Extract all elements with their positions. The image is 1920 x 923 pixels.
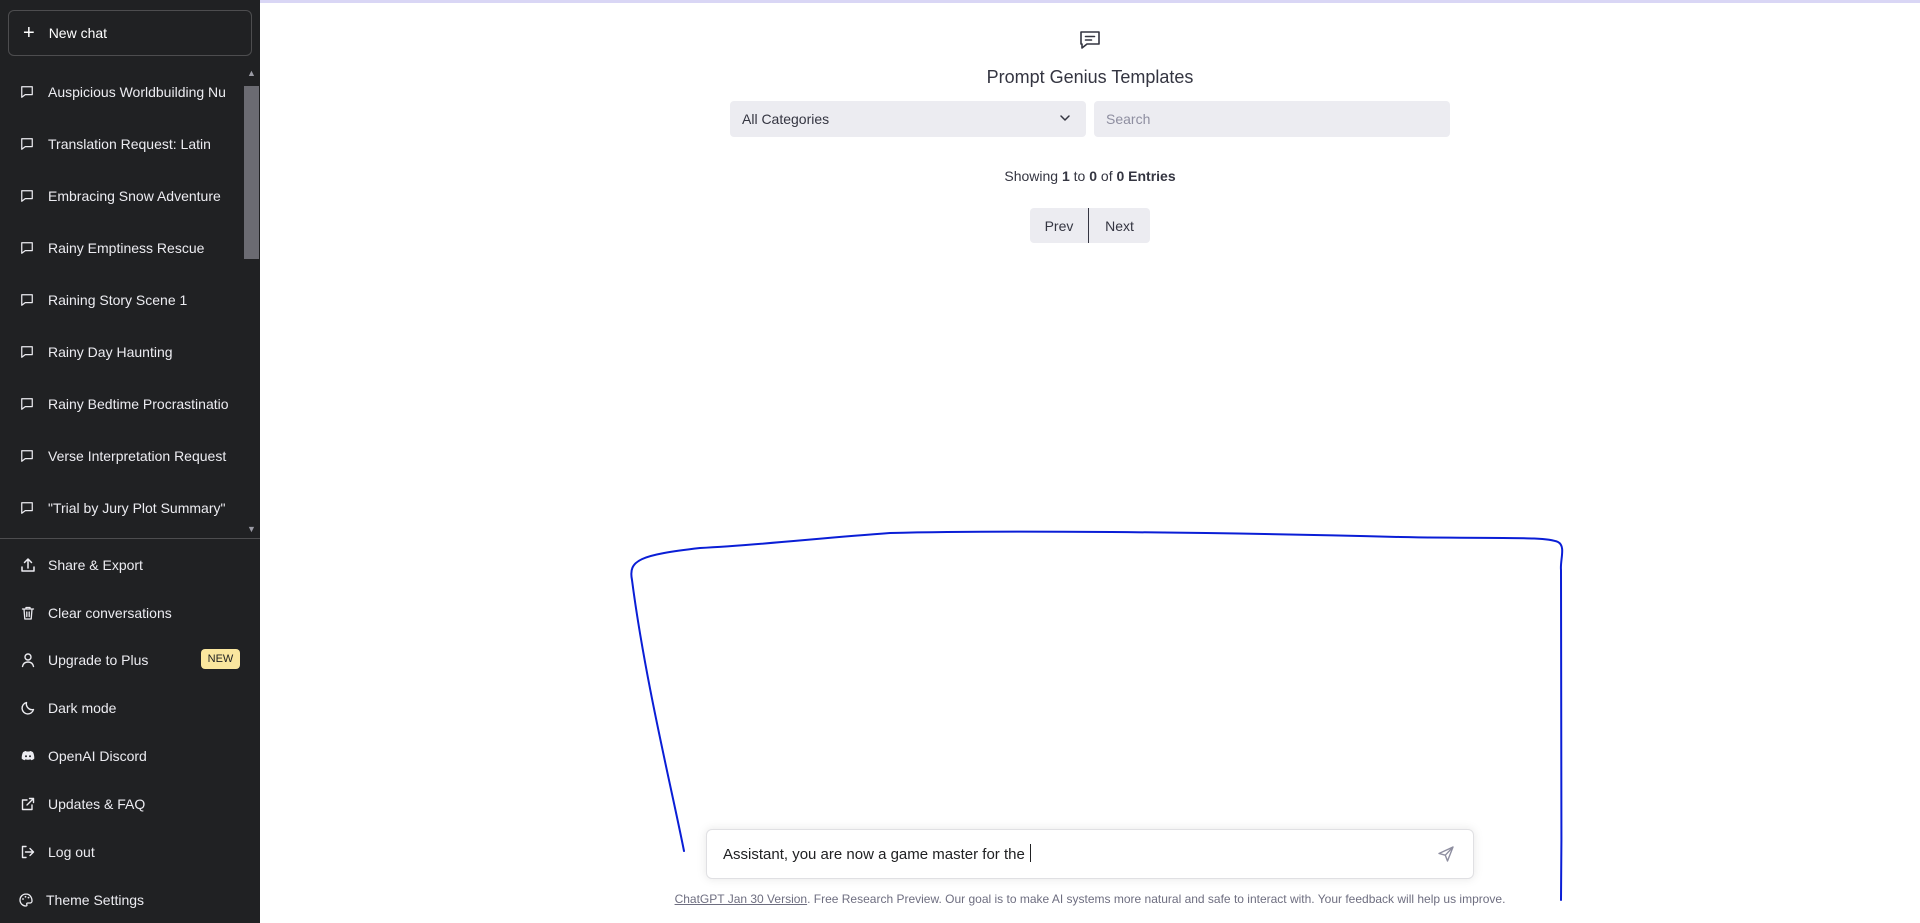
user-icon: [21, 653, 35, 668]
footer-text: . Free Research Preview. Our goal is to …: [807, 892, 1506, 906]
scroll-down-arrow-icon[interactable]: ▼: [243, 524, 260, 538]
conversation-item[interactable]: Verse Interpretation Request: [0, 430, 240, 482]
conversation-label: Auspicious Worldbuilding Nu: [48, 84, 226, 100]
template-search-input[interactable]: [1094, 101, 1450, 137]
showing-of-word: of: [1100, 168, 1113, 184]
conversation-item[interactable]: Rainy Bedtime Procrastination: [0, 378, 240, 430]
conversation-item[interactable]: "Trial by Jury Plot Summary": [0, 482, 240, 534]
showing-total: 0: [1116, 168, 1125, 184]
version-link[interactable]: ChatGPT Jan 30 Version: [675, 892, 808, 906]
clear-conversations-button[interactable]: Clear conversations: [0, 590, 260, 636]
pagination: Prev Next: [1030, 208, 1150, 243]
category-select[interactable]: All Categories: [730, 101, 1086, 137]
conversation-scrollbar[interactable]: ▲ ▼: [243, 66, 260, 538]
openai-discord-label: OpenAI Discord: [48, 748, 147, 764]
log-out-label: Log out: [48, 844, 95, 860]
updates-faq-link[interactable]: Updates & FAQ: [0, 781, 260, 827]
next-page-button[interactable]: Next: [1089, 208, 1150, 243]
dark-mode-toggle[interactable]: Dark mode: [0, 685, 260, 731]
footer-disclaimer: ChatGPT Jan 30 Version. Free Research Pr…: [560, 892, 1620, 906]
log-out-button[interactable]: Log out: [0, 829, 260, 875]
conversation-label: Verse Interpretation Request: [48, 448, 227, 464]
conversation-item[interactable]: Raining Story Scene 1: [0, 274, 240, 326]
conversation-item[interactable]: Rainy Emptiness Rescue: [0, 222, 240, 274]
chat-bubble-icon: [21, 502, 33, 514]
chat-template-icon: [1080, 31, 1100, 49]
hand-drawn-annotation: [630, 530, 1564, 901]
showing-to: 0: [1089, 168, 1098, 184]
chat-bubble-icon: [21, 294, 33, 306]
conversation-label: Rainy Emptiness Rescue: [48, 240, 205, 256]
conversation-item[interactable]: Embracing Snow Adventure: [0, 170, 240, 222]
chat-bubble-icon: [21, 346, 33, 358]
chat-bubble-icon: [21, 242, 33, 254]
palette-icon: [19, 893, 33, 907]
chat-bubble-icon: [21, 398, 33, 410]
app-window: + New chat Auspicious Worldbuilding Nu T…: [0, 0, 1920, 923]
external-link-icon: [21, 797, 35, 811]
clear-conversations-label: Clear conversations: [48, 605, 172, 621]
showing-entries: Entries: [1128, 168, 1176, 184]
chat-bubble-icon: [21, 190, 33, 202]
top-border: [260, 0, 1920, 3]
share-export-label: Share & Export: [48, 557, 143, 573]
dark-mode-label: Dark mode: [48, 700, 117, 716]
send-icon[interactable]: [1437, 845, 1455, 863]
discord-icon: [21, 751, 35, 761]
trash-icon: [21, 606, 35, 620]
scrollbar-thumb[interactable]: [244, 86, 259, 259]
showing-prefix: Showing: [1004, 168, 1059, 184]
theme-settings-button[interactable]: Theme Settings: [0, 877, 260, 923]
openai-discord-link[interactable]: OpenAI Discord: [0, 733, 260, 779]
plus-icon: +: [23, 22, 35, 44]
conversation-label: Translation Request: Latin: [48, 136, 211, 152]
conversation-label: Embracing Snow Adventure: [48, 188, 221, 204]
templates-title: Prompt Genius Templates: [986, 67, 1194, 87]
moon-icon: [21, 701, 35, 715]
text-caret: [1029, 844, 1031, 862]
showing-to-word: to: [1073, 168, 1086, 184]
sidebar-divider: [0, 538, 260, 539]
share-export-button[interactable]: Share & Export: [0, 542, 260, 588]
conversation-list: Auspicious Worldbuilding Nu Translation …: [0, 66, 260, 538]
chat-bubble-icon: [21, 138, 33, 150]
new-badge: NEW: [201, 649, 240, 669]
sidebar: + New chat Auspicious Worldbuilding Nu T…: [0, 0, 260, 923]
chat-bubble-icon: [21, 450, 33, 462]
conversation-item[interactable]: Translation Request: Latin: [0, 118, 240, 170]
theme-settings-label: Theme Settings: [46, 892, 145, 908]
chevron-down-icon: [1060, 115, 1070, 121]
showing-from: 1: [1061, 168, 1070, 184]
category-selected-value: All Categories: [742, 111, 830, 127]
new-chat-button[interactable]: + New chat: [8, 10, 252, 56]
conversation-label: Rainy Bedtime Procrastination: [48, 396, 228, 412]
chat-bubble-icon: [21, 86, 33, 98]
conversation-item[interactable]: Rainy Day Haunting: [0, 326, 240, 378]
new-chat-label: New chat: [48, 25, 108, 41]
scroll-up-arrow-icon[interactable]: ▲: [243, 68, 260, 82]
prev-page-button[interactable]: Prev: [1030, 208, 1089, 243]
conversation-label: Raining Story Scene 1: [48, 292, 188, 308]
prompt-input[interactable]: Assistant, you are now a game master for…: [723, 844, 1031, 863]
entries-count: Showing 1 to 0 of 0 Entries: [890, 168, 1290, 184]
upload-icon: [21, 558, 35, 572]
conversation-label: "Trial by Jury Plot Summary": [48, 500, 226, 516]
log-out-icon: [21, 845, 35, 859]
conversation-label: Rainy Day Haunting: [48, 344, 173, 360]
updates-faq-label: Updates & FAQ: [48, 796, 146, 812]
message-composer[interactable]: Assistant, you are now a game master for…: [706, 829, 1474, 879]
upgrade-to-plus-label: Upgrade to Plus: [48, 652, 149, 668]
conversation-item[interactable]: Auspicious Worldbuilding Nu: [0, 66, 240, 118]
prompt-input-text: Assistant, you are now a game master for…: [723, 846, 1029, 863]
